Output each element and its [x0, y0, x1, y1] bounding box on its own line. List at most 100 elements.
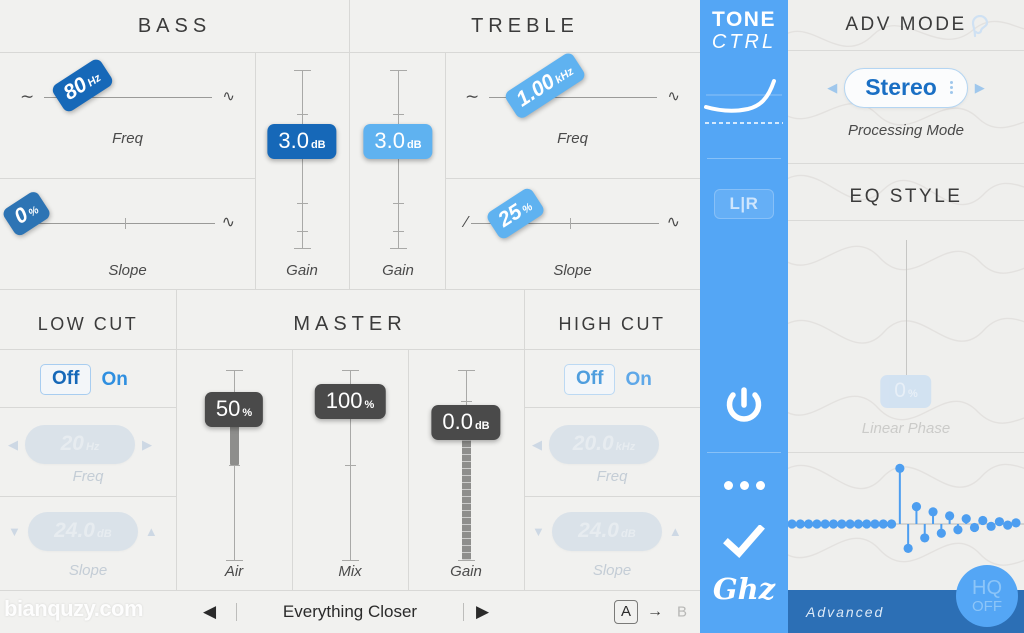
highcut-onoff-toggle[interactable]: Off On: [564, 364, 652, 395]
lowcut-freq-value[interactable]: 20 Hz: [25, 425, 135, 464]
chevron-left-icon[interactable]: ◀: [827, 80, 837, 96]
master-gain-value[interactable]: 0.0 dB: [431, 405, 501, 440]
highcut-slope-number: 24.0: [578, 519, 619, 542]
confirm-button[interactable]: [700, 525, 788, 559]
ab-copy-arrow-icon[interactable]: →: [647, 603, 663, 621]
chevron-up-icon[interactable]: ▲: [145, 525, 158, 538]
prev-preset-button[interactable]: ◀: [203, 602, 216, 622]
menu-button[interactable]: [700, 481, 788, 490]
highcut-slope-unit: dB: [620, 528, 636, 540]
master-section-header: MASTER: [176, 298, 524, 350]
kebab-menu-icon[interactable]: [949, 81, 953, 94]
chevron-right-icon[interactable]: ▶: [975, 80, 985, 96]
processing-mode-label: Processing Mode: [848, 122, 964, 139]
bass-freq-label: Freq: [112, 130, 143, 147]
plugin-window: BASS TREBLE ∼ ∿ 80 Hz Freq ∿ 0 % Slope 3…: [0, 0, 1024, 633]
lowcut-section-header: LOW CUT: [0, 298, 176, 350]
bass-gain-fader[interactable]: 3.0 dB: [255, 62, 349, 262]
divider: [0, 178, 255, 179]
master-gain-fader[interactable]: 0.0 dB: [408, 362, 524, 572]
bass-slope-slider[interactable]: ∿ 0 %: [0, 188, 235, 258]
highcut-freq-label: Freq: [596, 468, 628, 485]
lowcut-on-button[interactable]: On: [101, 369, 127, 391]
treble-slope-value[interactable]: 25 %: [484, 186, 547, 241]
bass-freq-slider[interactable]: ∼ ∿ 80 Hz: [20, 57, 235, 132]
power-button[interactable]: [700, 385, 788, 429]
master-air-value[interactable]: 50 %: [204, 392, 264, 427]
chevron-left-icon[interactable]: ◀: [8, 438, 18, 451]
master-air-fader[interactable]: 50 %: [176, 362, 292, 572]
highcut-slope-stepper[interactable]: ▼ 24.0 dB ▲: [532, 512, 692, 551]
treble-slope-slider[interactable]: ⁄ ∿ 25 %: [465, 186, 680, 258]
eq-curve-display[interactable]: [700, 75, 788, 135]
chevron-up-icon[interactable]: ▲: [669, 525, 682, 538]
lowcut-freq-label: Freq: [72, 468, 104, 485]
treble-gain-value[interactable]: 3.0 dB: [363, 124, 433, 159]
master-air-number: 50: [215, 396, 241, 421]
linear-phase-unit: %: [907, 388, 918, 400]
divider: [707, 452, 781, 453]
treble-freq-value[interactable]: 1.00 kHz: [503, 50, 588, 121]
master-gain-number: 0.0: [442, 409, 473, 434]
bass-freq-value[interactable]: 80 Hz: [50, 57, 115, 114]
highcut-on-button[interactable]: On: [625, 369, 651, 391]
watermark: bianquzy.com: [4, 596, 144, 621]
divider: [788, 50, 1024, 51]
divider: [0, 349, 700, 350]
divider: [788, 220, 1024, 221]
ab-a-button[interactable]: A: [614, 599, 639, 624]
lowcut-slope-number: 24.0: [54, 519, 95, 542]
highcut-freq-value[interactable]: 20.0 kHz: [549, 425, 659, 464]
processing-mode-value: Stereo: [865, 74, 937, 100]
lowcut-slope-value[interactable]: 24.0 dB: [27, 512, 138, 551]
master-mix-fader[interactable]: 100 %: [292, 362, 408, 572]
highcut-off-button[interactable]: Off: [564, 364, 616, 395]
divider: [788, 163, 1024, 164]
lowcut-freq-stepper[interactable]: ◀ 20 Hz ▶: [8, 425, 168, 464]
lowcut-onoff-toggle[interactable]: Off On: [40, 364, 128, 395]
processing-mode-pill[interactable]: Stereo: [844, 68, 968, 108]
highcut-freq-number: 20.0: [572, 432, 614, 455]
treble-title: TREBLE: [471, 14, 579, 37]
more-dots-icon: [723, 481, 765, 490]
lr-mode-button[interactable]: L|R: [714, 189, 774, 219]
bass-gain-unit: dB: [310, 139, 326, 151]
ear-button[interactable]: [969, 14, 991, 39]
linear-phase-slider[interactable]: 0 %: [788, 240, 1024, 408]
highcut-freq-unit: kHz: [615, 441, 636, 453]
chevron-left-icon[interactable]: ◀: [532, 438, 542, 451]
lowcut-slope-label: Slope: [68, 562, 108, 579]
hq-state: OFF: [972, 598, 1002, 615]
preset-name[interactable]: Everything Closer: [230, 602, 470, 622]
treble-gain-fader[interactable]: 3.0 dB: [351, 62, 445, 262]
highcut-freq-stepper[interactable]: ◀ 20.0 kHz ▶: [532, 425, 692, 464]
lowcut-slope-unit: dB: [96, 528, 112, 540]
bass-section-header: BASS: [0, 0, 349, 52]
master-mix-unit: %: [364, 399, 375, 411]
divider: [524, 407, 700, 408]
ghz-logo[interactable]: Ghz: [700, 572, 788, 606]
divider: [0, 590, 700, 591]
hq-label: HQ: [972, 577, 1002, 599]
bass-gain-value[interactable]: 3.0 dB: [267, 124, 337, 159]
highcut-slope-label: Slope: [592, 562, 632, 579]
chevron-down-icon[interactable]: ▼: [8, 525, 21, 538]
master-mix-value[interactable]: 100 %: [314, 384, 386, 419]
highcut-slope-value[interactable]: 24.0 dB: [551, 512, 662, 551]
checkmark-icon: [723, 525, 765, 558]
chevron-right-icon[interactable]: ▶: [142, 438, 152, 451]
tone-title-line1: TONE: [712, 8, 776, 31]
ab-b-button[interactable]: B: [677, 603, 687, 620]
bass-slope-value[interactable]: 0 %: [0, 189, 53, 238]
lowcut-off-button[interactable]: Off: [40, 364, 92, 395]
processing-mode-selector[interactable]: ◀ Stereo ▶: [788, 68, 1024, 108]
chevron-down-icon[interactable]: ▼: [532, 525, 545, 538]
divider: [524, 290, 525, 590]
master-gain-label: Gain: [450, 563, 482, 580]
treble-freq-slider[interactable]: ∼ ∿ 1.00 kHz: [465, 50, 680, 132]
bass-title: BASS: [137, 14, 212, 37]
next-preset-button[interactable]: ▶: [476, 602, 489, 622]
hq-toggle-button[interactable]: HQ OFF: [956, 565, 1018, 627]
lowcut-slope-stepper[interactable]: ▼ 24.0 dB ▲: [8, 512, 168, 551]
linear-phase-value[interactable]: 0 %: [880, 375, 932, 408]
